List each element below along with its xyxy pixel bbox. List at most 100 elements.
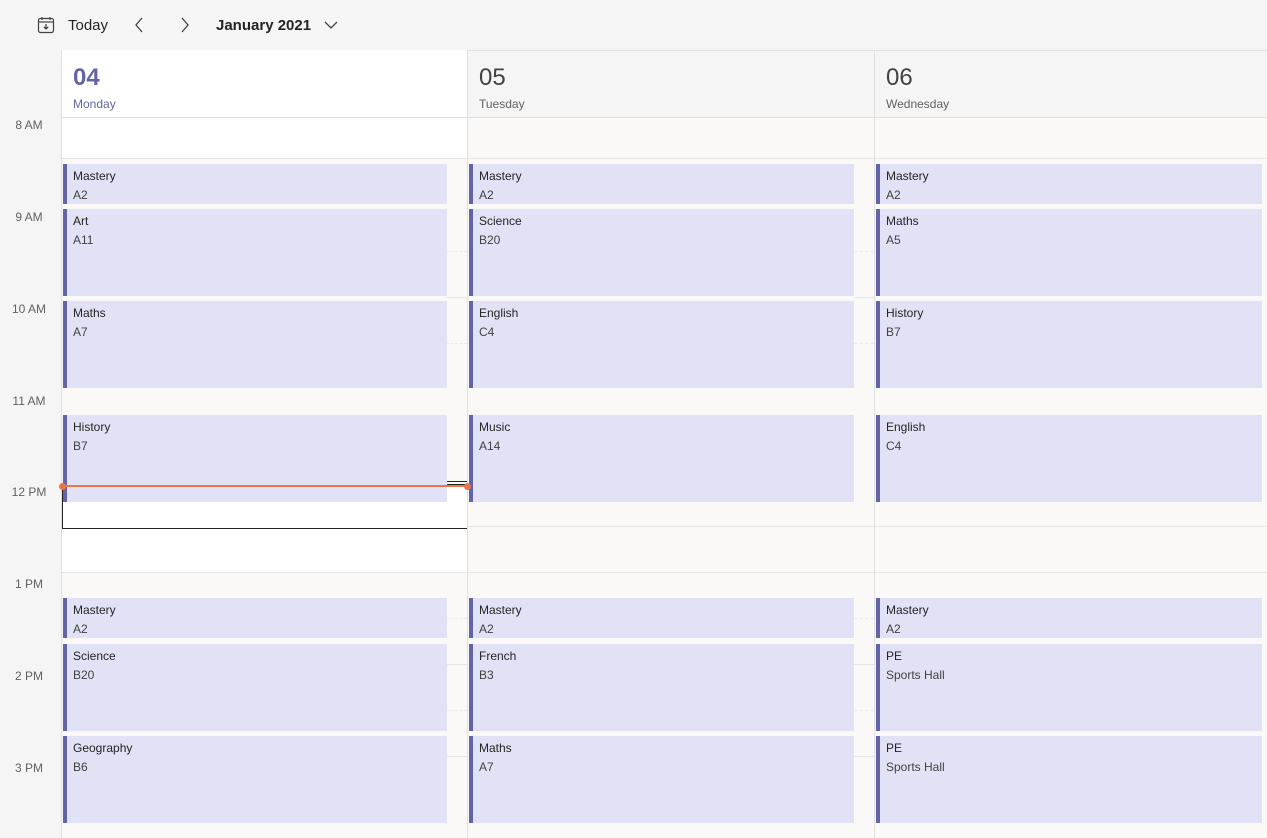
event-room: A2: [73, 622, 88, 636]
event-room: B6: [73, 760, 88, 774]
calendar-toolbar: Today January 2021: [0, 0, 1267, 51]
half-hour-line: [854, 251, 874, 252]
calendar-event[interactable]: Mastery A2: [876, 598, 1262, 638]
calendar-event[interactable]: Mastery A2: [469, 598, 854, 638]
event-title: English: [479, 306, 519, 320]
half-hour-line: [854, 343, 874, 344]
event-room: Sports Hall: [886, 760, 945, 774]
event-title: Mastery: [886, 603, 929, 617]
event-title: French: [479, 649, 517, 663]
chevron-left-icon[interactable]: [128, 0, 150, 50]
hour-line: [446, 664, 467, 665]
calendar-event[interactable]: Mastery A2: [63, 598, 447, 638]
event-room: A2: [886, 622, 901, 636]
month-picker-label[interactable]: January 2021: [216, 0, 311, 50]
day-number: 05: [479, 64, 506, 91]
half-hour-line: [446, 251, 467, 252]
calendar-event[interactable]: Science B20: [63, 644, 447, 731]
calendar-event[interactable]: English C4: [469, 301, 854, 388]
current-time-dot: [59, 483, 66, 490]
event-title: Mastery: [479, 603, 522, 617]
day-header-wednesday[interactable]: 06 Wednesday: [874, 50, 1267, 118]
calendar-today-icon[interactable]: [36, 0, 56, 50]
time-gutter-header: [0, 50, 61, 118]
calendar-event[interactable]: History B7: [63, 415, 447, 502]
chevron-down-icon[interactable]: [322, 0, 340, 50]
hour-line: [854, 664, 874, 665]
hour-line: [446, 756, 467, 757]
day-number: 06: [886, 64, 913, 91]
time-slot[interactable]: [62, 528, 467, 572]
half-hour-line: [854, 710, 874, 711]
event-title: Science: [73, 649, 116, 663]
current-time-line: [62, 485, 467, 487]
hour-line: [875, 572, 1267, 573]
calendar-event[interactable]: Music A14: [469, 415, 854, 502]
time-slot[interactable]: [62, 118, 467, 158]
hour-line: [62, 572, 467, 573]
hour-line: [468, 526, 874, 527]
hour-line: [62, 158, 467, 159]
calendar-event[interactable]: PE Sports Hall: [876, 644, 1262, 731]
calendar-event[interactable]: Mastery A2: [63, 164, 447, 204]
time-label: 9 AM: [15, 210, 43, 224]
calendar-event[interactable]: Mastery A2: [876, 164, 1262, 204]
calendar-event[interactable]: Art A11: [63, 209, 447, 296]
event-title: Mastery: [479, 169, 522, 183]
event-room: B7: [886, 325, 901, 339]
calendar-event[interactable]: History B7: [876, 301, 1262, 388]
hour-line: [446, 297, 467, 298]
event-title: Music: [479, 420, 511, 434]
calendar-event[interactable]: Maths A7: [63, 301, 447, 388]
day-column-monday[interactable]: Mastery A2 Art A11 Maths A7 History B7 M…: [61, 118, 468, 838]
event-title: PE: [886, 741, 903, 755]
today-button[interactable]: Today: [68, 0, 108, 50]
half-hour-line: [446, 618, 467, 619]
calendar-event[interactable]: French B3: [469, 644, 854, 731]
day-column-wednesday[interactable]: Mastery A2 Maths A5 History B7 English C…: [874, 118, 1267, 838]
day-column-tuesday[interactable]: Mastery A2 Science B20 English C4 Music …: [467, 118, 874, 838]
time-label: 10 AM: [11, 302, 47, 316]
calendar-event[interactable]: English C4: [876, 415, 1262, 502]
event-room: A7: [479, 760, 494, 774]
event-title: Science: [479, 214, 522, 228]
event-title: Mastery: [73, 169, 116, 183]
hour-line: [875, 158, 1267, 159]
event-room: Sports Hall: [886, 668, 945, 682]
event-room: A2: [73, 188, 88, 202]
event-room: B20: [73, 668, 95, 682]
event-title: English: [886, 420, 926, 434]
event-room: B7: [73, 439, 88, 453]
time-label: 3 PM: [14, 761, 43, 775]
event-title: Mastery: [886, 169, 929, 183]
time-label: 8 AM: [15, 118, 43, 132]
selection-marker: [447, 481, 467, 482]
hour-line: [854, 756, 874, 757]
hour-line: [875, 526, 1267, 527]
chevron-right-icon[interactable]: [174, 0, 196, 50]
calendar-event[interactable]: Maths A5: [876, 209, 1262, 296]
calendar-event[interactable]: Maths A7: [469, 736, 854, 823]
half-hour-line: [446, 710, 467, 711]
time-label: 11 AM: [12, 394, 46, 408]
event-room: A2: [479, 188, 494, 202]
day-header-monday[interactable]: 04 Monday: [61, 50, 467, 118]
day-header-tuesday[interactable]: 05 Tuesday: [467, 50, 874, 118]
current-time-dot: [464, 483, 471, 490]
calendar-event[interactable]: Geography B6: [63, 736, 447, 823]
calendar-event[interactable]: PE Sports Hall: [876, 736, 1262, 823]
half-hour-line: [446, 343, 467, 344]
day-header-row: 04 Monday 05 Tuesday 06 Wednesday: [0, 50, 1267, 118]
event-title: Maths: [73, 306, 106, 320]
event-title: Geography: [73, 741, 133, 755]
event-title: Maths: [479, 741, 512, 755]
time-label: 1 PM: [14, 577, 43, 591]
event-title: Mastery: [73, 603, 116, 617]
hour-line: [854, 297, 874, 298]
calendar-event[interactable]: Mastery A2: [469, 164, 854, 204]
time-label: 2 PM: [14, 669, 43, 683]
event-room: A11: [73, 233, 94, 247]
event-room: A7: [73, 325, 88, 339]
event-title: Art: [73, 214, 89, 228]
calendar-event[interactable]: Science B20: [469, 209, 854, 296]
